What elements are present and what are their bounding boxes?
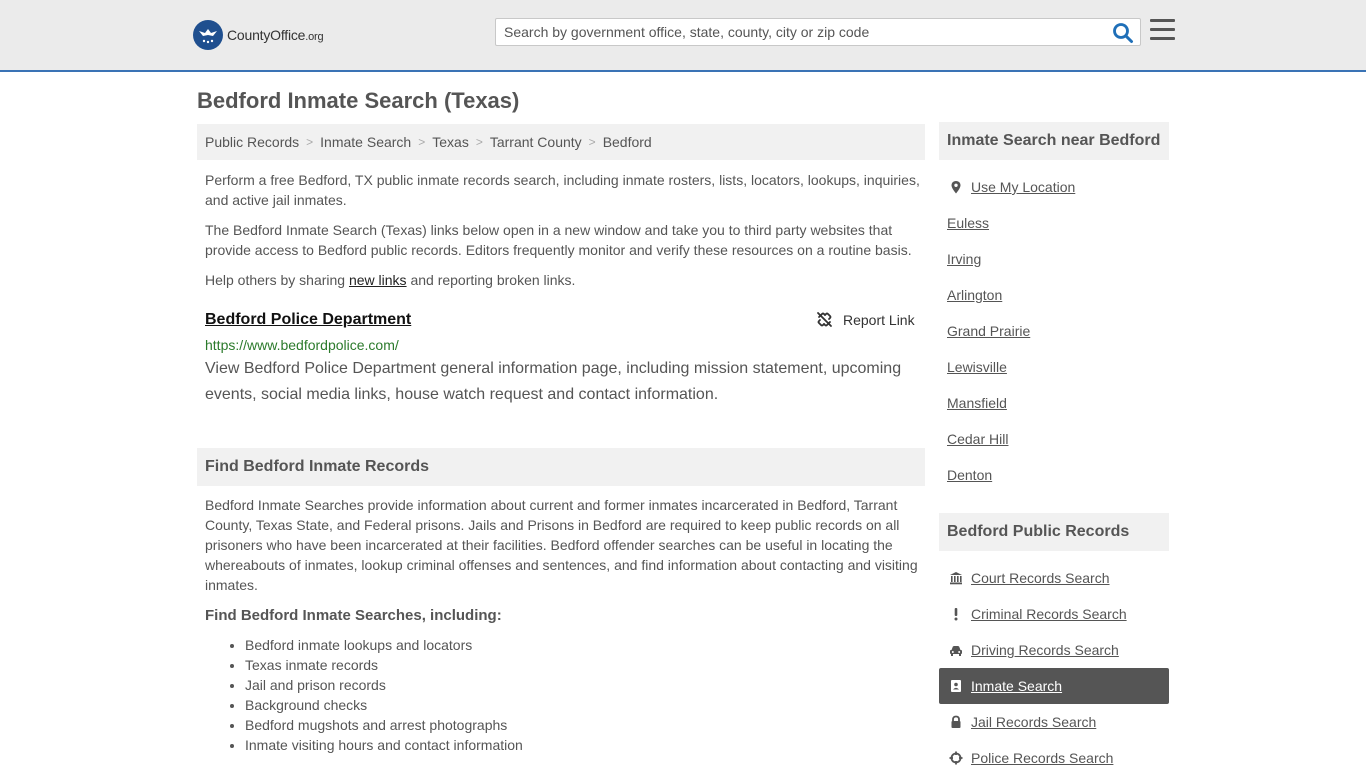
nearby-link-denton[interactable]: Denton (947, 467, 992, 483)
list-item: Bedford mugshots and arrest photographs (245, 715, 523, 735)
nearby-link-grand-prairie[interactable]: Grand Prairie (947, 323, 1030, 339)
nearby-link-irving[interactable]: Irving (947, 251, 981, 267)
sidebar-item-inmate-search[interactable]: Inmate Search (939, 668, 1169, 704)
sidebar-item-police-records[interactable]: Police Records Search (939, 740, 1169, 768)
crosshair-icon (947, 750, 965, 766)
search-input[interactable] (496, 19, 1106, 45)
list-item: Bedford inmate lookups and locators (245, 635, 523, 655)
exclamation-icon (947, 606, 965, 622)
logo-brand: CountyOffice (227, 27, 306, 43)
logo-text: CountyOffice.org (227, 27, 324, 43)
police-records-link[interactable]: Police Records Search (971, 750, 1113, 766)
jail-records-link[interactable]: Jail Records Search (971, 714, 1096, 730)
breadcrumb-separator-icon: > (306, 135, 314, 149)
driving-records-link[interactable]: Driving Records Search (971, 642, 1119, 658)
report-link-button[interactable]: Report Link (816, 311, 915, 328)
broken-link-icon (817, 312, 832, 327)
sidebar-item-criminal-records[interactable]: Criminal Records Search (939, 596, 1169, 632)
use-location-link[interactable]: Use My Location (971, 179, 1075, 195)
hamburger-menu-icon[interactable] (1150, 19, 1175, 43)
search-box (495, 18, 1141, 46)
courthouse-icon (947, 570, 965, 586)
breadcrumb-inmate-search[interactable]: Inmate Search (320, 134, 411, 150)
site-header: CountyOffice.org (0, 0, 1366, 72)
logo-tld: .org (305, 31, 324, 43)
page-title: Bedford Inmate Search (Texas) (197, 88, 520, 113)
result-title-link[interactable]: Bedford Police Department (205, 311, 411, 329)
report-link-label: Report Link (843, 311, 915, 328)
nearby-link-lewisville[interactable]: Lewisville (947, 359, 1007, 375)
breadcrumb-separator-icon: > (418, 135, 426, 149)
site-logo[interactable]: CountyOffice.org (193, 20, 324, 50)
use-location-item[interactable]: Use My Location (939, 169, 1169, 205)
breadcrumb-tarrant-county[interactable]: Tarrant County (490, 134, 582, 150)
share-text-before: Help others by sharing (205, 272, 349, 288)
eagle-seal-icon (193, 20, 223, 50)
find-searches-subheading: Find Bedford Inmate Searches, including: (205, 607, 502, 624)
car-icon (947, 642, 965, 658)
list-item: Texas inmate records (245, 655, 523, 675)
new-links-link[interactable]: new links (349, 272, 407, 288)
list-item: Jail and prison records (245, 675, 523, 695)
sidebar-item-jail-records[interactable]: Jail Records Search (939, 704, 1169, 740)
breadcrumb-public-records[interactable]: Public Records (205, 134, 299, 150)
result-url: https://www.bedfordpolice.com/ (205, 337, 399, 353)
public-records-heading: Bedford Public Records (939, 513, 1169, 551)
criminal-records-link[interactable]: Criminal Records Search (971, 606, 1127, 622)
nearby-link-mansfield[interactable]: Mansfield (947, 395, 1007, 411)
nearby-heading: Inmate Search near Bedford (939, 122, 1169, 160)
list-item: Inmate visiting hours and contact inform… (245, 735, 523, 755)
sidebar-item-court-records[interactable]: Court Records Search (939, 560, 1169, 596)
sidebar-item-driving-records[interactable]: Driving Records Search (939, 632, 1169, 668)
map-pin-icon (947, 179, 965, 195)
intro-paragraph: Perform a free Bedford, TX public inmate… (205, 172, 920, 208)
lock-icon (947, 714, 965, 730)
search-types-list: Bedford inmate lookups and locators Texa… (245, 635, 523, 755)
breadcrumb-separator-icon: > (475, 135, 483, 149)
search-icon[interactable] (1112, 22, 1134, 44)
inmate-search-link[interactable]: Inmate Search (971, 678, 1062, 694)
share-text-after: and reporting broken links. (406, 272, 576, 288)
inmate-badge-icon (947, 678, 965, 694)
result-description: View Bedford Police Department general i… (205, 360, 902, 403)
nearby-link-euless[interactable]: Euless (947, 215, 989, 231)
breadcrumb-separator-icon: > (588, 135, 596, 149)
find-records-heading: Find Bedford Inmate Records (197, 448, 925, 486)
breadcrumb-texas[interactable]: Texas (432, 134, 469, 150)
nearby-link-arlington[interactable]: Arlington (947, 287, 1002, 303)
list-item: Background checks (245, 695, 523, 715)
disclaimer-paragraph: The Bedford Inmate Search (Texas) links … (205, 222, 912, 258)
court-records-link[interactable]: Court Records Search (971, 570, 1110, 586)
nearby-link-cedar-hill[interactable]: Cedar Hill (947, 431, 1008, 447)
breadcrumb-bedford[interactable]: Bedford (603, 134, 652, 150)
breadcrumb: Public Records > Inmate Search > Texas >… (197, 124, 925, 160)
share-paragraph: Help others by sharing new links and rep… (205, 270, 920, 290)
find-records-body: Bedford Inmate Searches provide informat… (205, 497, 918, 593)
